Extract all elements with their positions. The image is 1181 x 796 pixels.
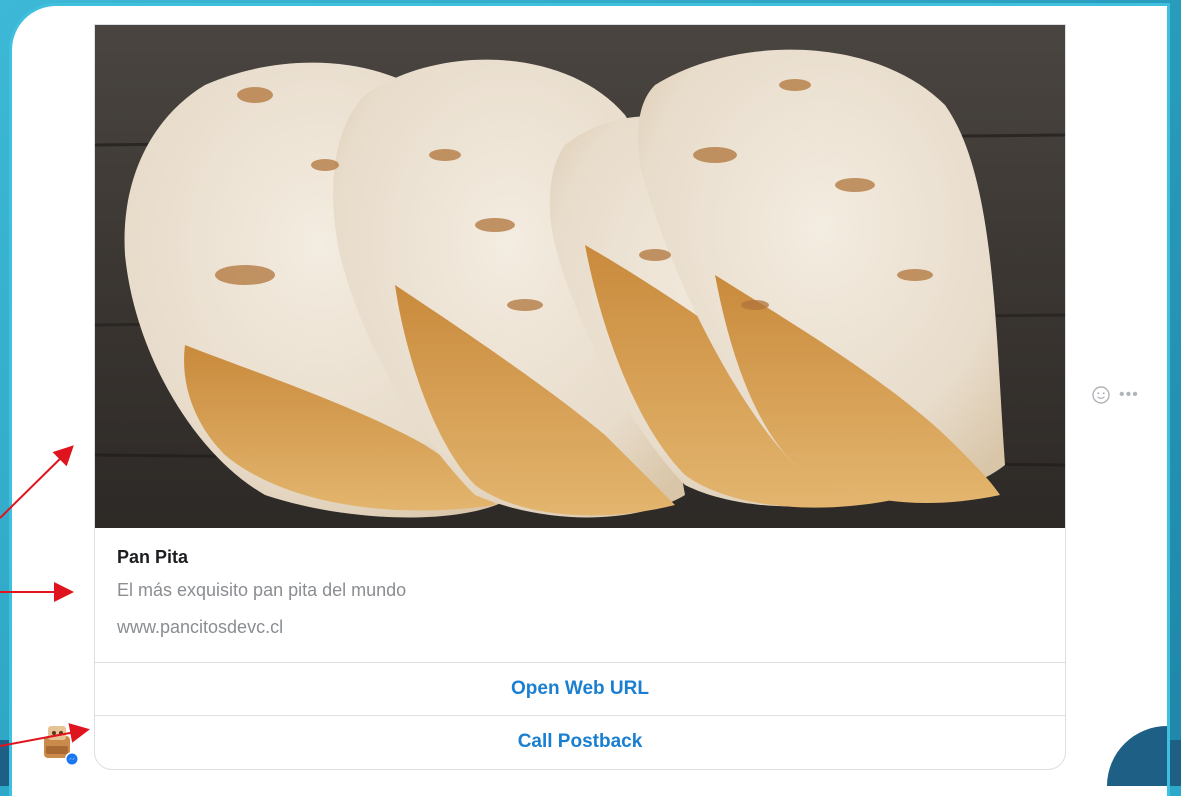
messenger-badge-icon: [65, 752, 79, 766]
more-options-icon[interactable]: •••: [1119, 386, 1139, 404]
bot-avatar: [44, 726, 79, 766]
open-web-url-button[interactable]: Open Web URL: [95, 662, 1065, 715]
smiley-icon[interactable]: [1092, 386, 1110, 404]
card-url[interactable]: www.pancitosdevc.cl: [117, 617, 283, 638]
generic-template-card: Pan Pita El más exquisito pan pita del m…: [94, 24, 1066, 770]
flatbread-photo: [95, 25, 1065, 528]
call-postback-button[interactable]: Call Postback: [95, 715, 1065, 768]
card-subtitle: El más exquisito pan pita del mundo: [117, 580, 407, 600]
card-title: Pan Pita: [117, 547, 189, 567]
